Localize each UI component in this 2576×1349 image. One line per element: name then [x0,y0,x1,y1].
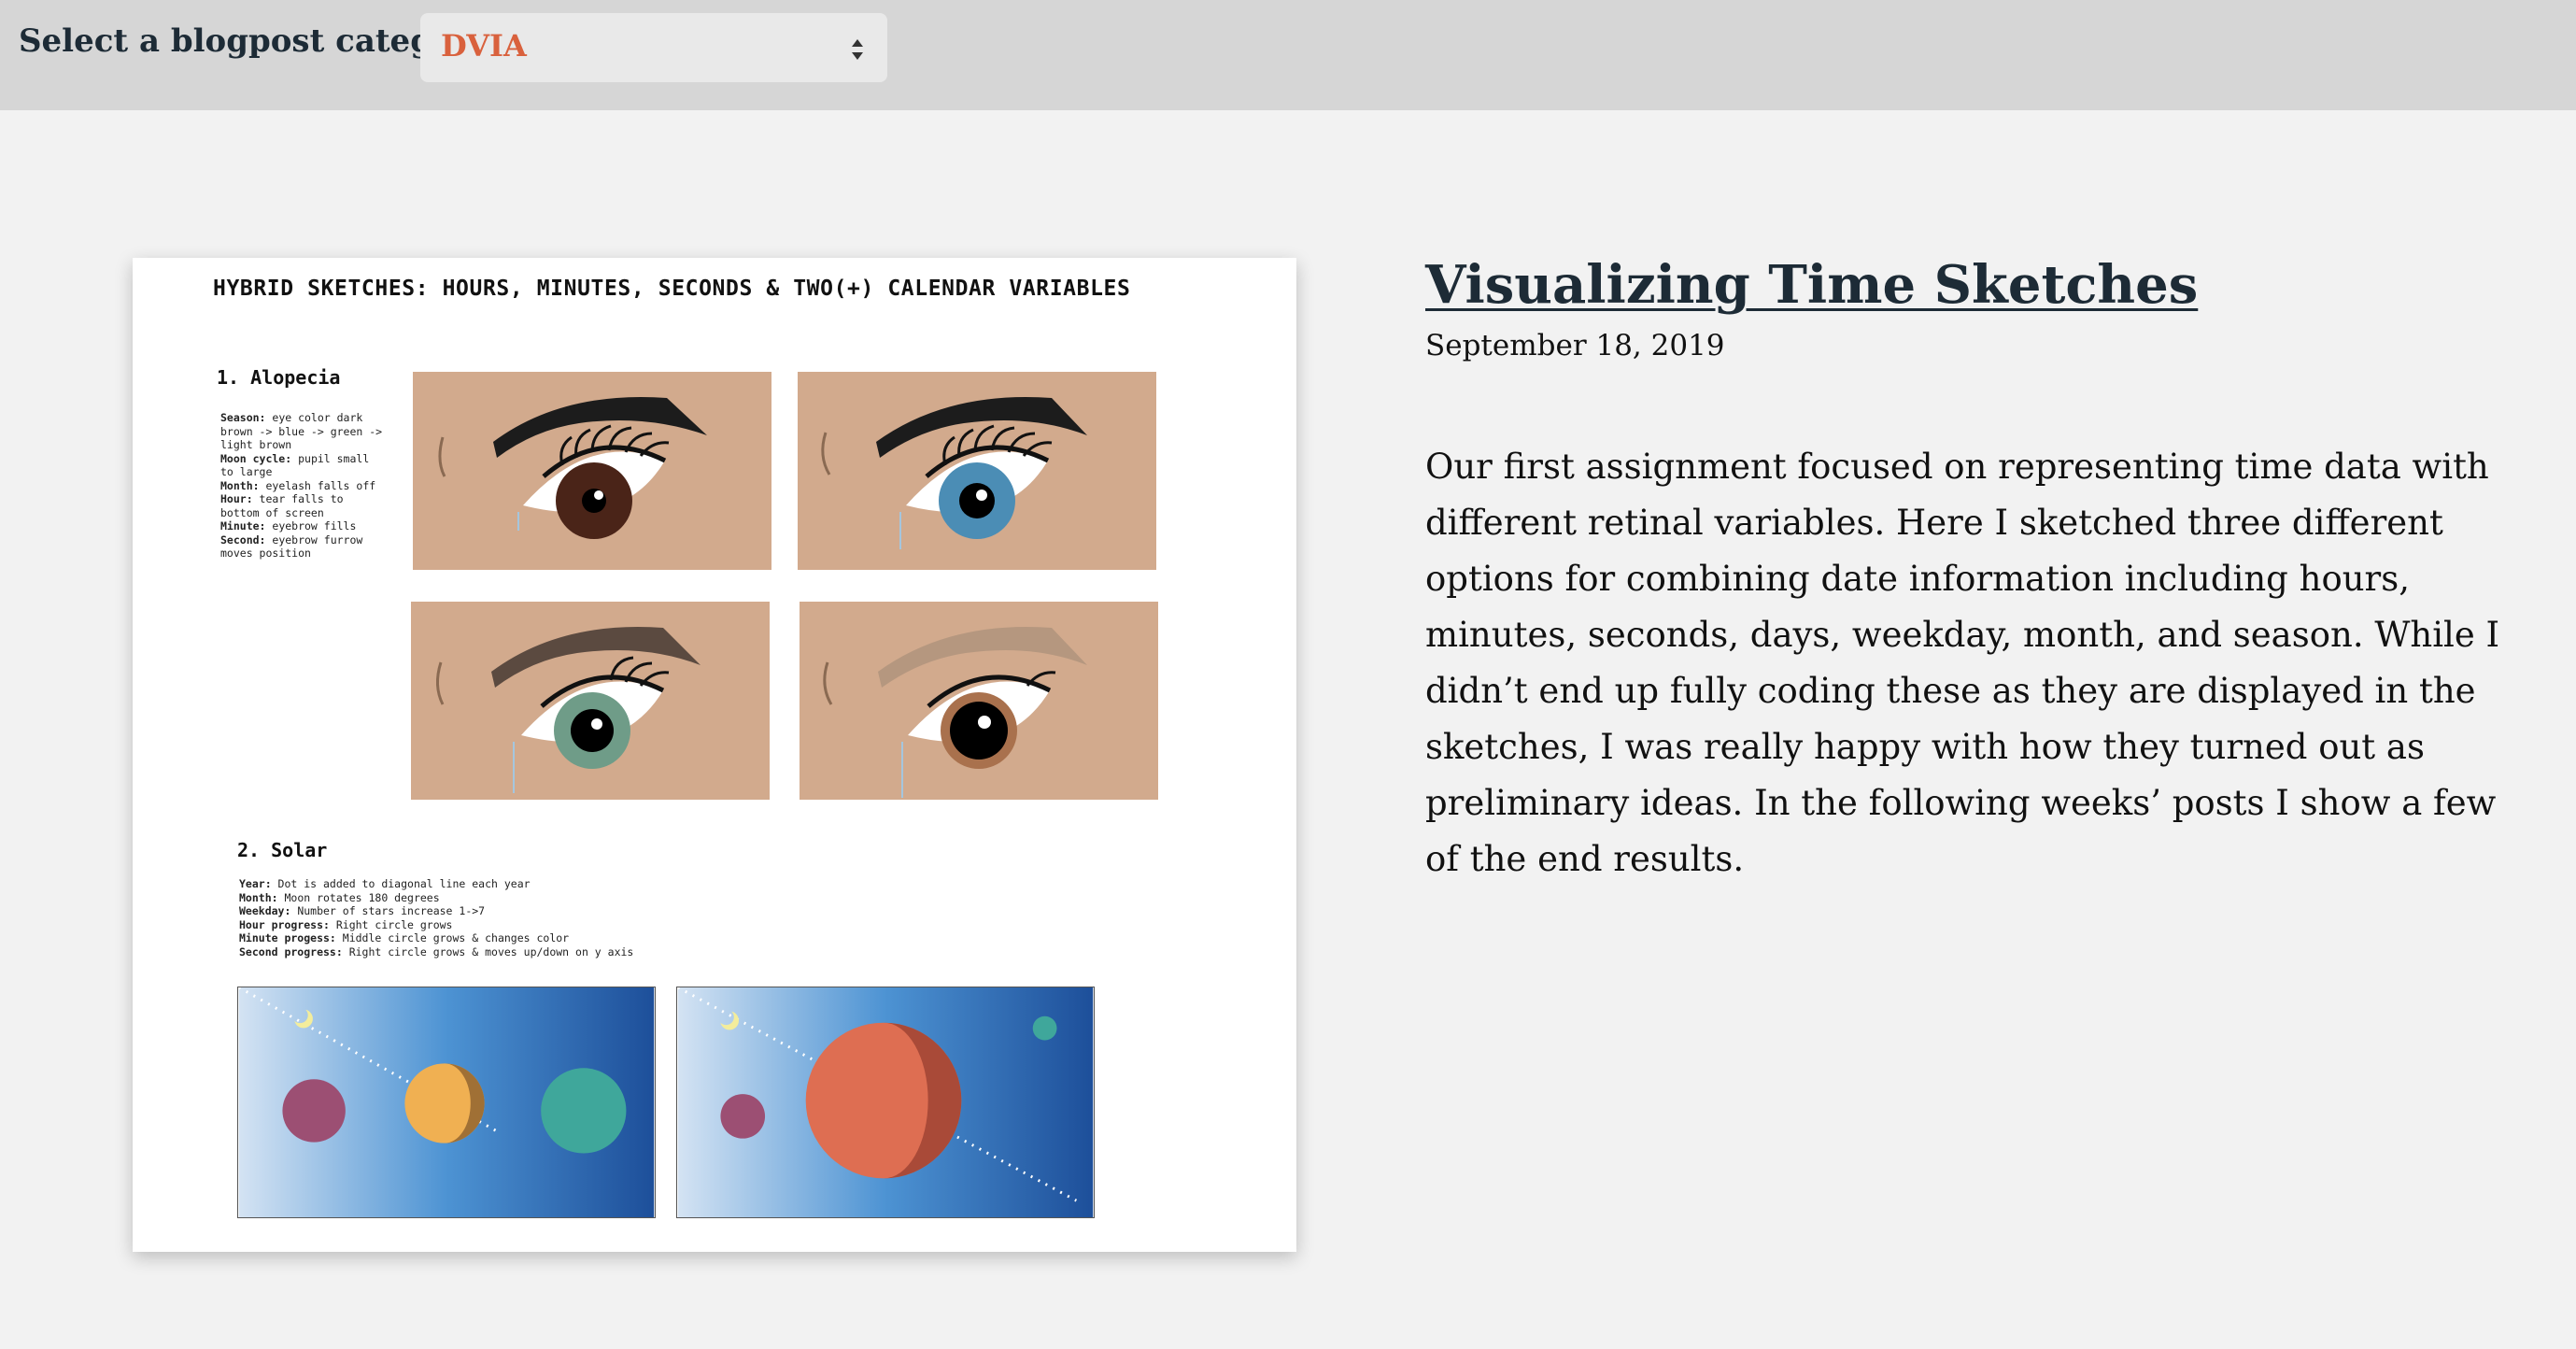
figure-note-line: Minute: eyebrow fills [220,519,382,533]
solar-notes: Year: Dot is added to diagonal line each… [239,877,633,958]
figure-note-line: to large [220,465,382,479]
figure-note-key: Month: [239,890,278,904]
figure-note-text: Middle circle grows & changes color [335,931,570,944]
figure-note-key: Second progress: [239,944,343,958]
select-arrows-icon [852,39,863,60]
figure-note-text: Moon rotates 180 degrees [277,890,440,904]
eye-sketch-brown [413,372,771,570]
solar-sketch-1 [237,987,656,1218]
figure-note-text: moves position [220,547,311,560]
category-select[interactable]: DVIA [420,13,887,82]
eye-sketch-green [411,602,770,800]
figure-note-line: Minute progess: Middle circle grows & ch… [239,931,633,945]
figure-note-text: Right circle grows & moves up/down on y … [342,944,634,958]
figure-note-key: Year: [239,877,272,890]
figure-note-text: eyebrow furrow [265,532,363,547]
post-date: September 18, 2019 [1425,329,1725,362]
figure-note-line: Hour: tear falls to [220,492,382,506]
figure-note-line: Second: eyebrow furrow [220,533,382,547]
alopecia-notes: Season: eye color dark brown -> blue -> g… [220,411,382,561]
figure-note-key: Weekday: [239,904,291,917]
eye-sketch-light-brown [800,602,1158,800]
figure-note-line: Second progress: Right circle grows & mo… [239,945,633,959]
post-body: Our first assignment focused on represen… [1425,447,2500,879]
figure-note-line: Year: Dot is added to diagonal line each… [239,877,633,891]
figure-note-key: Hour progress: [239,917,330,931]
sketch-figure-image: HYBRID SKETCHES: HOURS, MINUTES, SECONDS… [133,258,1296,1252]
alopecia-heading: 1. Alopecia [217,366,341,389]
post-title-link[interactable]: Visualizing Time Sketches [1425,254,2198,316]
figure-note-line: Month: Moon rotates 180 degrees [239,891,633,905]
figure-note-line: brown -> blue -> green -> [220,425,382,439]
figure-note-key: Season: [220,411,266,424]
figure-note-line: bottom of screen [220,506,382,520]
figure-note-text: eyebrow fills [265,519,357,532]
solar-heading: 2. Solar [237,839,328,861]
figure-note-key: Month: [220,478,260,492]
figure-note-key: Moon cycle: [220,451,292,465]
figure-note-text: pupil small [291,451,370,465]
figure-note-line: Moon cycle: pupil small [220,452,382,466]
figure-note-text: to large [220,465,273,478]
figure-note-text: Right circle grows [329,917,453,931]
figure-note-text: eyelash falls off [259,478,376,492]
figure-note-text: Number of stars increase 1->7 [290,904,486,917]
figure-note-key: Minute progess: [239,931,336,944]
figure-note-text: tear falls to [252,492,344,505]
solar-sketch-2 [676,987,1095,1218]
figure-note-line: moves position [220,547,382,561]
eye-sketch-blue [798,372,1156,570]
figure-note-text: bottom of screen [220,505,324,519]
figure-note-line: light brown [220,438,382,452]
figure-title: HYBRID SKETCHES: HOURS, MINUTES, SECONDS… [213,277,1131,301]
figure-note-key: Minute: [220,519,266,532]
category-filter-bar: Select a blogpost category: DVIA [0,0,2576,110]
figure-note-key: Hour: [220,492,253,505]
figure-note-text: eye color dark [265,411,363,424]
figure-note-line: Weekday: Number of stars increase 1->7 [239,904,633,918]
category-select-value: DVIA [441,28,527,64]
figure-note-key: Second: [220,532,266,547]
figure-note-line: Hour progress: Right circle grows [239,918,633,932]
figure-note-line: Season: eye color dark [220,411,382,425]
figure-note-text: brown -> blue -> green -> [220,424,383,438]
figure-note-line: Month: eyelash falls off [220,479,382,493]
figure-note-text: light brown [220,438,292,451]
figure-note-text: Dot is added to diagonal line each year [271,877,531,890]
